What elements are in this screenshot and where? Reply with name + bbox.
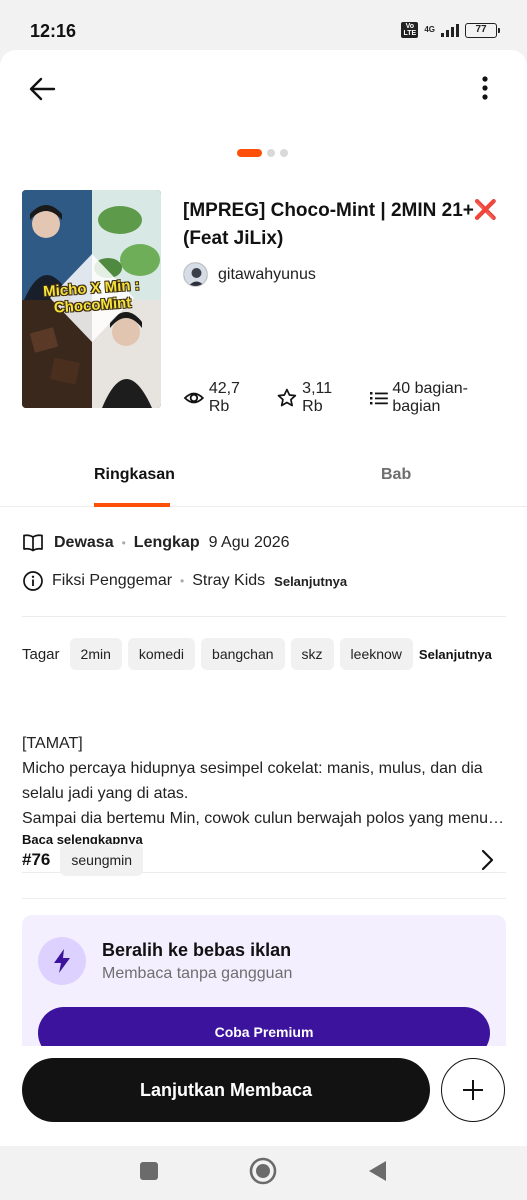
description-line: [TAMAT] [22, 735, 83, 752]
reads-stat: 42,7 Rb [183, 380, 264, 416]
premium-title: Beralih ke bebas iklan [102, 940, 292, 960]
description-line: selalu jadi yang di atas. [22, 785, 189, 802]
tags-row: Tagar 2min komedi bangchan skz leeknow S… [22, 638, 492, 670]
tag-chip[interactable]: komedi [127, 638, 196, 670]
story-stats: 42,7 Rb 3,11 Rb 40 bagian-bagian [183, 380, 527, 416]
divider [22, 616, 506, 617]
network-type: 4G [424, 25, 435, 34]
tag-chip[interactable]: bangchan [201, 638, 285, 670]
top-bar [0, 50, 527, 130]
story-meta-row: Dewasa • Lengkap 9 Agu 2026 [22, 532, 290, 554]
tab-summary[interactable]: Ringkasan [94, 466, 175, 484]
updated-date: 9 Agu 2026 [208, 534, 290, 551]
tab-bar: Ringkasan Bab [0, 450, 527, 507]
status-bar: 12:16 Vo LTE 4G 77 [0, 0, 527, 50]
active-tab-indicator [94, 503, 170, 507]
premium-icon-badge [38, 937, 86, 985]
carousel-dot [280, 149, 288, 157]
recents-button[interactable] [134, 1156, 164, 1186]
category-more-link[interactable]: Selanjutnya [274, 574, 347, 589]
reads-count: 42,7 Rb [208, 380, 240, 415]
tab-chapters[interactable]: Bab [381, 466, 411, 484]
circle-icon [249, 1157, 277, 1185]
votes-count: 3,11 Rb [302, 380, 333, 415]
description-line: Sampai dia bertemu Min, cowok culun berw… [22, 810, 507, 827]
square-icon [140, 1162, 158, 1180]
tags-more-link[interactable]: Selanjutnya [419, 647, 492, 662]
info-icon [23, 571, 43, 591]
author-avatar [183, 262, 208, 287]
triangle-back-icon [369, 1161, 386, 1181]
arrow-left-icon [29, 77, 56, 101]
fandom-label[interactable]: Stray Kids [192, 572, 265, 590]
tag-chip[interactable]: 2min [69, 638, 122, 670]
carousel-dot-active [237, 149, 262, 157]
separator-dot: • [180, 574, 185, 588]
premium-subtitle: Membaca tanpa gangguan [102, 965, 293, 982]
add-to-library-button[interactable] [441, 1058, 505, 1122]
volte-icon: Vo LTE [401, 22, 419, 38]
author-link[interactable]: gitawahyunus [183, 262, 316, 287]
category-row: Fiksi Penggemar • Stray Kids Selanjutnya [22, 570, 347, 592]
tags-label: Tagar [22, 645, 60, 663]
description-line: Micho percaya hidupnya sesimpel cokelat:… [22, 760, 483, 777]
chevron-right-icon [481, 849, 494, 871]
more-options-button[interactable] [467, 72, 503, 108]
list-icon [369, 392, 388, 405]
status-icons: Vo LTE 4G 77 [401, 22, 500, 38]
battery-icon: 77 [465, 22, 500, 38]
author-name: gitawahyunus [218, 265, 316, 283]
divider [22, 898, 506, 899]
parts-stat: 40 bagian-bagian [369, 380, 515, 416]
separator-dot: • [121, 536, 126, 550]
story-title: [MPREG] Choco-Mint | 2MIN 21+❌ (Feat JiL… [183, 200, 498, 249]
star-icon [277, 388, 297, 407]
more-vertical-icon [482, 76, 488, 100]
back-nav-button[interactable] [362, 1156, 392, 1186]
story-description: [TAMAT] Micho percaya hidupnya sesimpel … [22, 731, 507, 831]
carousel-indicator [237, 149, 288, 157]
status-time: 12:16 [30, 21, 77, 41]
plus-icon [463, 1080, 483, 1100]
signal-icon [441, 23, 459, 37]
back-button[interactable] [24, 72, 60, 108]
lightning-icon [54, 949, 70, 973]
ranking-row[interactable]: #76 seungmin [22, 843, 506, 877]
tag-chip[interactable]: skz [290, 638, 334, 670]
votes-stat: 3,11 Rb [276, 380, 356, 416]
rank-number: #76 [22, 850, 51, 869]
category-label[interactable]: Fiksi Penggemar [52, 572, 172, 590]
story-cover[interactable]: Micho X Min : ChocoMint [22, 190, 161, 408]
system-nav-bar [0, 1146, 527, 1200]
book-open-icon [23, 534, 43, 552]
bottom-action-bar: Lanjutkan Membaca [0, 1046, 527, 1146]
tag-chip[interactable]: leeknow [339, 638, 413, 670]
carousel-dot [267, 149, 275, 157]
home-button[interactable] [248, 1156, 278, 1186]
parts-count: 40 bagian-bagian [392, 380, 468, 415]
rating-label: Dewasa [54, 534, 114, 551]
story-details-screen: Micho X Min : ChocoMint [MPREG] Choco-Mi… [0, 50, 527, 1146]
rank-tag-chip: seungmin [60, 844, 144, 876]
continue-reading-button[interactable]: Lanjutkan Membaca [22, 1058, 430, 1122]
completion-status: Lengkap [133, 534, 200, 551]
eye-icon [183, 392, 205, 404]
